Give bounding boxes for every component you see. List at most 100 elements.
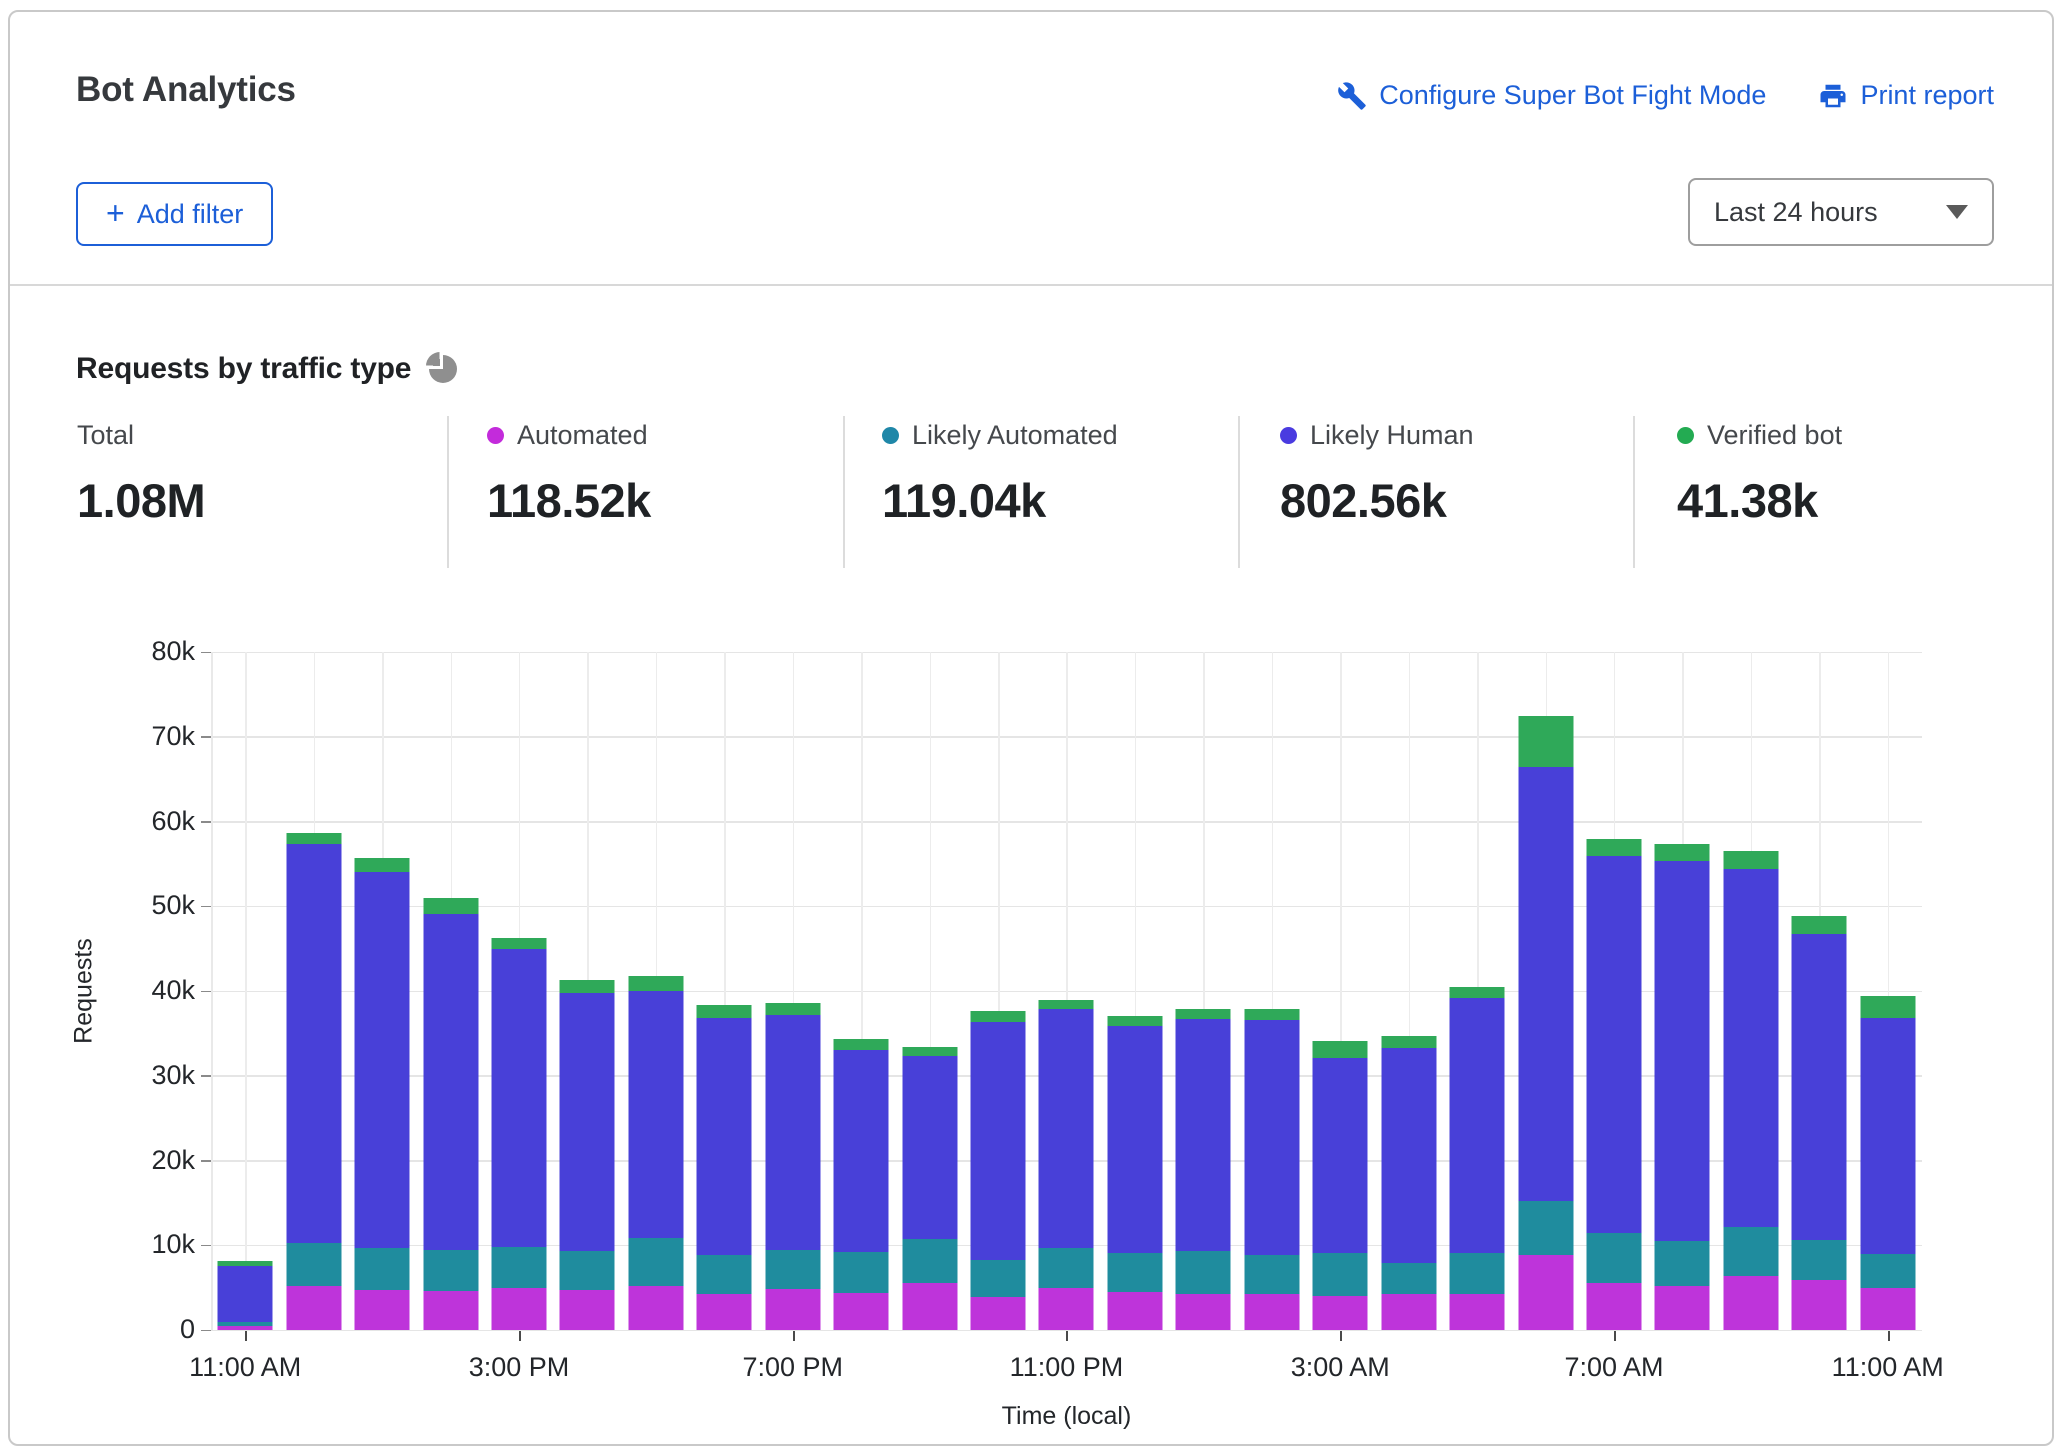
y-axis-tick [201,906,211,908]
segment-verified-bot [1313,1041,1368,1058]
stat-total: Total 1.08M [77,420,205,528]
chart-slot [1511,652,1579,1330]
chevron-down-icon [1946,205,1968,219]
segment-likely-automated [1244,1255,1299,1294]
stacked-bar-1000pm[interactable] [971,1011,1026,1330]
likely-automated-legend-dot [882,427,899,444]
y-axis-tick-label: 20k [115,1144,195,1175]
x-axis-tick [1340,1331,1342,1341]
chart-slot [895,652,963,1330]
stacked-bar-600pm[interactable] [697,1005,752,1330]
segment-verified-bot [628,976,683,991]
bot-analytics-panel: Bot Analytics Configure Super Bot Fight … [8,10,2054,1446]
x-axis-tick [1888,1331,1890,1341]
stat-divider [447,416,449,568]
segment-likely-automated [628,1238,683,1286]
add-filter-label: Add filter [137,199,244,230]
stacked-bar-600am[interactable] [1518,716,1573,1330]
stat-label: Likely Human [1310,420,1474,451]
segment-automated [1792,1280,1847,1330]
chart-slot [1169,652,1237,1330]
segment-verified-bot [1176,1009,1231,1019]
segment-likely-human [1655,861,1710,1241]
segment-likely-automated [1039,1248,1094,1289]
wrench-icon [1337,81,1367,111]
y-axis-title: Requests [70,938,99,1044]
print-report-link[interactable]: Print report [1818,80,1994,111]
requests-by-traffic-type-chart: 010k20k30k40k50k60k70k80k11:00 AM3:00 PM… [211,652,1922,1330]
add-filter-button[interactable]: + Add filter [76,182,273,246]
x-axis-tick-label: 11:00 PM [1010,1352,1124,1383]
stacked-bar-400pm[interactable] [560,980,615,1330]
segment-likely-automated [1313,1253,1368,1296]
chart-slot: 11:00 AM [1854,652,1922,1330]
segment-likely-human [355,872,410,1247]
segment-automated [1244,1294,1299,1330]
stat-value: 118.52k [487,473,651,528]
stacked-bar-1100am[interactable] [218,1261,273,1330]
stat-divider [1238,416,1240,568]
segment-automated [697,1294,752,1330]
segment-likely-human [218,1266,273,1322]
stacked-bar-1100pm[interactable] [1039,1000,1094,1330]
segment-verified-bot [355,858,410,872]
segment-verified-bot [1655,844,1710,862]
segment-likely-automated [355,1248,410,1290]
segment-likely-automated [1107,1253,1162,1292]
stacked-bar-200am[interactable] [1244,1009,1299,1330]
x-axis-tick-label: 3:00 AM [1291,1352,1390,1383]
y-axis-tick [201,1245,211,1247]
stat-label: Likely Automated [912,420,1118,451]
segment-automated [834,1293,889,1330]
stat-likely-human: Likely Human 802.56k [1280,420,1474,528]
x-axis-tick-label: 7:00 AM [1564,1352,1663,1383]
verified-bot-legend-dot [1677,427,1694,444]
stacked-bar-900pm[interactable] [902,1047,957,1330]
segment-likely-automated [286,1243,341,1286]
segment-likely-human [1244,1020,1299,1256]
printer-icon [1818,81,1848,111]
y-axis-tick-label: 60k [115,805,195,836]
configure-super-bot-fight-mode-link[interactable]: Configure Super Bot Fight Mode [1337,80,1766,111]
segment-likely-automated [1518,1201,1573,1255]
chart-slot [1785,652,1853,1330]
chart-slot: 7:00 PM [759,652,827,1330]
stacked-bar-500pm[interactable] [628,976,683,1330]
segment-verified-bot [1792,916,1847,935]
stacked-bar-500am[interactable] [1450,987,1505,1330]
segment-likely-automated [765,1250,820,1289]
time-range-select[interactable]: Last 24 hours [1688,178,1994,246]
segment-verified-bot [423,898,478,914]
y-axis-tick-label: 30k [115,1060,195,1091]
stacked-bar-1200am[interactable] [1107,1016,1162,1330]
segment-likely-automated [1586,1233,1641,1282]
stacked-bar-1000am[interactable] [1792,916,1847,1330]
stacked-bar-1200pm[interactable] [286,833,341,1330]
stacked-bar-1100am[interactable] [1860,996,1915,1330]
segment-likely-human [1860,1018,1915,1254]
chart-slot [1101,652,1169,1330]
stacked-bar-800am[interactable] [1655,844,1710,1330]
segment-verified-bot [1518,716,1573,767]
stacked-bar-300pm[interactable] [491,938,546,1330]
stacked-bar-900am[interactable] [1723,851,1778,1330]
segment-automated [1107,1292,1162,1330]
stacked-bar-400am[interactable] [1381,1036,1436,1330]
chart-slot [1238,652,1306,1330]
stacked-bar-100am[interactable] [1176,1009,1231,1330]
stacked-bar-700am[interactable] [1586,839,1641,1330]
segment-likely-automated [1792,1240,1847,1280]
stacked-bar-700pm[interactable] [765,1003,820,1330]
segment-automated [218,1326,273,1330]
stacked-bar-100pm[interactable] [355,858,410,1330]
stacked-bar-300am[interactable] [1313,1041,1368,1330]
stacked-bar-800pm[interactable] [834,1039,889,1330]
stacked-bar-200pm[interactable] [423,898,478,1330]
chart-slot: 3:00 AM [1306,652,1374,1330]
segment-likely-automated [1655,1241,1710,1286]
print-link-label: Print report [1860,80,1994,111]
segment-verified-bot [765,1003,820,1015]
y-axis-tick-label: 80k [115,636,195,667]
segment-likely-human [286,844,341,1243]
segment-automated [1381,1294,1436,1330]
